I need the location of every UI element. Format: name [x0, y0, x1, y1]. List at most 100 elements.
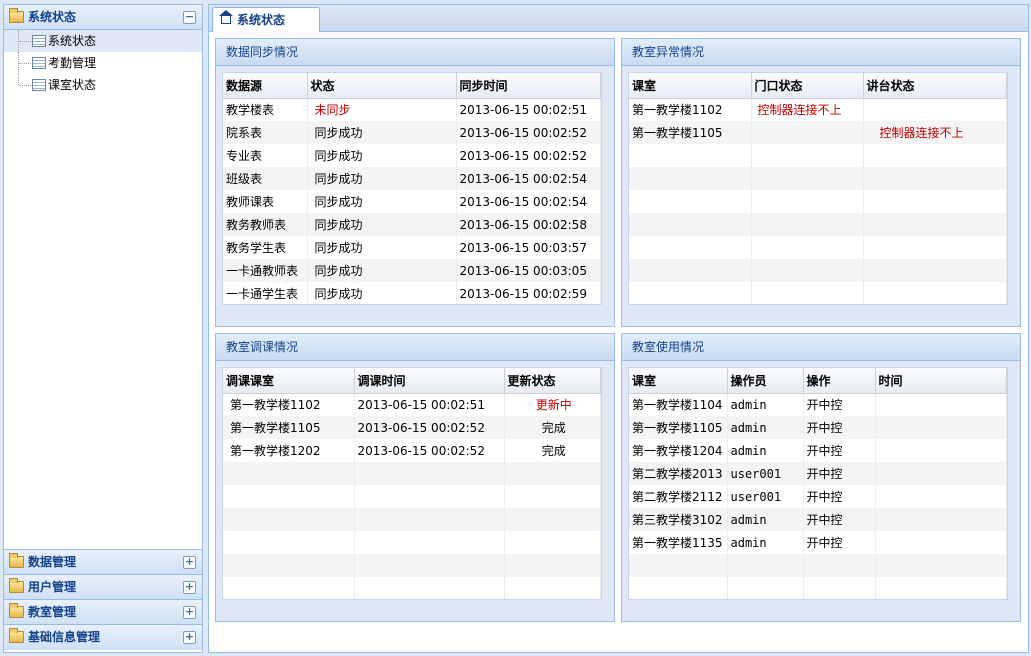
table-cell — [354, 508, 505, 531]
expand-icon[interactable]: + — [183, 581, 196, 594]
column-header[interactable]: 课室 — [629, 73, 752, 99]
table-row[interactable]: 一卡通学生表 同步成功 2013-06-15 00:02:59 — [223, 282, 601, 304]
table-row[interactable]: 第三教学楼3102 admin 开中控 — [629, 508, 1007, 531]
column-header[interactable]: 调课时间 — [354, 368, 505, 394]
table-cell: 开中控 — [803, 508, 876, 531]
panel-title: 教室使用情况 — [622, 334, 1020, 361]
table-cell: 同步成功 — [307, 190, 457, 213]
table-row[interactable]: 教务学生表 同步成功 2013-06-15 00:03:57 — [223, 236, 601, 259]
column-header[interactable]: 门口状态 — [751, 73, 864, 99]
table-cell: 第一教学楼1104 — [629, 393, 728, 416]
table-cell: 同步成功 — [307, 236, 457, 259]
table-cell: 2013-06-15 00:02:52 — [456, 121, 601, 144]
table-row[interactable]: 专业表 同步成功 2013-06-15 00:02:52 — [223, 144, 601, 167]
table-cell — [223, 577, 355, 599]
table-row[interactable]: 第一教学楼1135 admin 开中控 — [629, 531, 1007, 554]
column-header[interactable]: 数据源 — [223, 73, 308, 99]
table-cell — [751, 236, 864, 259]
usage-panel: 教室使用情况 课室 操作员 操作 时间 第一教学楼1104 admin 开中控 第一教… — [621, 333, 1021, 622]
tree-item-classroom-status[interactable]: 课室状态 — [4, 74, 202, 96]
tree-line — [18, 30, 32, 52]
accordion-header-basic-info[interactable]: 基础信息管理 + — [4, 625, 202, 650]
column-header[interactable]: 操作 — [803, 368, 876, 394]
table-cell — [354, 485, 505, 508]
table-row[interactable]: 第一教学楼1105 2013-06-15 00:02:52 完成 — [223, 416, 601, 439]
column-header[interactable]: 操作员 — [727, 368, 804, 394]
table-row[interactable]: 第一教学楼1102 控制器连接不上 — [629, 98, 1007, 121]
sidebar: 系统状态 − 系统状态 考勤管理 课室状态 数据管理 + 用户管理 + 教室管理… — [3, 4, 203, 653]
expand-icon[interactable]: + — [183, 556, 196, 569]
column-header[interactable]: 讲台状态 — [863, 73, 1007, 99]
table-cell — [875, 416, 1007, 439]
table-cell — [875, 577, 1007, 599]
table-cell: 2013-06-15 00:03:05 — [456, 259, 601, 282]
expand-icon[interactable]: + — [183, 606, 196, 619]
table-row[interactable]: 班级表 同步成功 2013-06-15 00:02:54 — [223, 167, 601, 190]
table-cell: 未同步 — [307, 98, 457, 121]
table-cell: admin — [727, 393, 804, 416]
table-row[interactable]: 院系表 同步成功 2013-06-15 00:02:52 — [223, 121, 601, 144]
accordion-header-data-management[interactable]: 数据管理 + — [4, 550, 202, 575]
abnormal-panel: 教室异常情况 课室 门口状态 讲台状态 第一教学楼1102 控制器连接不上 第一教学… — [621, 38, 1021, 327]
table-cell — [863, 259, 1007, 282]
table-cell — [863, 282, 1007, 304]
table-cell: 2013-06-15 00:03:57 — [456, 236, 601, 259]
table-row[interactable]: 第二教学楼2013 user001 开中控 — [629, 462, 1007, 485]
table-cell — [875, 508, 1007, 531]
table-cell — [751, 259, 864, 282]
tree-item-attendance[interactable]: 考勤管理 — [4, 52, 202, 74]
collapse-icon[interactable]: − — [183, 11, 196, 24]
table-cell: 教师课表 — [223, 190, 308, 213]
table-cell — [629, 577, 728, 599]
column-header[interactable]: 状态 — [307, 73, 457, 99]
accordion-header-classroom-management[interactable]: 教室管理 + — [4, 600, 202, 625]
column-header[interactable]: 更新状态 — [504, 368, 601, 394]
table-row[interactable]: 一卡通教师表 同步成功 2013-06-15 00:03:05 — [223, 259, 601, 282]
table-cell: 第一教学楼1102 — [629, 98, 752, 121]
main-tab-panel: 系统状态 数据同步情况 数据源 状态 同步时间 教学楼表 未同步 2013-06-1… — [208, 4, 1029, 653]
table-cell: 开中控 — [803, 416, 876, 439]
table-row[interactable]: 第一教学楼1105 控制器连接不上 — [629, 121, 1007, 144]
empty-row — [223, 577, 601, 599]
accordion-title: 用户管理 — [28, 580, 77, 594]
panel-title: 教室调课情况 — [216, 334, 614, 361]
table-row[interactable]: 第二教学楼2112 user001 开中控 — [629, 485, 1007, 508]
accordion-title: 教室管理 — [28, 605, 77, 619]
table-row[interactable]: 第一教学楼1202 2013-06-15 00:02:52 完成 — [223, 439, 601, 462]
table-cell: admin — [727, 531, 804, 554]
table-cell: 同步成功 — [307, 121, 457, 144]
table-cell — [223, 531, 355, 554]
column-header[interactable]: 时间 — [875, 368, 1007, 394]
table-row[interactable]: 教师课表 同步成功 2013-06-15 00:02:54 — [223, 190, 601, 213]
table-cell: 同步成功 — [307, 167, 457, 190]
column-header[interactable]: 同步时间 — [456, 73, 601, 99]
table-row[interactable]: 教学楼表 未同步 2013-06-15 00:02:51 — [223, 98, 601, 121]
tree-item-system-status[interactable]: 系统状态 — [4, 30, 202, 52]
accordion-header-system-status[interactable]: 系统状态 − — [4, 5, 202, 30]
table-cell — [629, 213, 752, 236]
tree-line — [18, 74, 32, 86]
empty-row — [629, 554, 1007, 577]
column-header[interactable]: 课室 — [629, 368, 728, 394]
table-cell: admin — [727, 416, 804, 439]
accordion-header-user-management[interactable]: 用户管理 + — [4, 575, 202, 600]
table-cell — [863, 236, 1007, 259]
tab-system-status[interactable]: 系统状态 — [212, 7, 320, 32]
table-row[interactable]: 第一教学楼1102 2013-06-15 00:02:51 更新中 — [223, 393, 601, 416]
table-cell: 同步成功 — [307, 282, 457, 304]
expand-icon[interactable]: + — [183, 631, 196, 644]
table-cell: 一卡通教师表 — [223, 259, 308, 282]
table-row[interactable]: 教务教师表 同步成功 2013-06-15 00:02:58 — [223, 213, 601, 236]
adjust-panel: 教室调课情况 调课课室 调课时间 更新状态 第一教学楼1102 2013-06-1… — [215, 333, 615, 622]
table-row[interactable]: 第一教学楼1105 admin 开中控 — [629, 416, 1007, 439]
page-icon — [32, 35, 46, 47]
table-cell — [354, 462, 505, 485]
table-row[interactable]: 第一教学楼1104 admin 开中控 — [629, 393, 1007, 416]
table-cell — [751, 167, 864, 190]
usage-grid: 课室 操作员 操作 时间 第一教学楼1104 admin 开中控 第一教学楼1105 a… — [628, 367, 1008, 600]
table-cell — [863, 190, 1007, 213]
column-header[interactable]: 调课课室 — [223, 368, 355, 394]
table-cell — [751, 121, 864, 144]
adjust-grid: 调课课室 调课时间 更新状态 第一教学楼1102 2013-06-15 00:02… — [222, 367, 602, 600]
table-row[interactable]: 第一教学楼1204 admin 开中控 — [629, 439, 1007, 462]
